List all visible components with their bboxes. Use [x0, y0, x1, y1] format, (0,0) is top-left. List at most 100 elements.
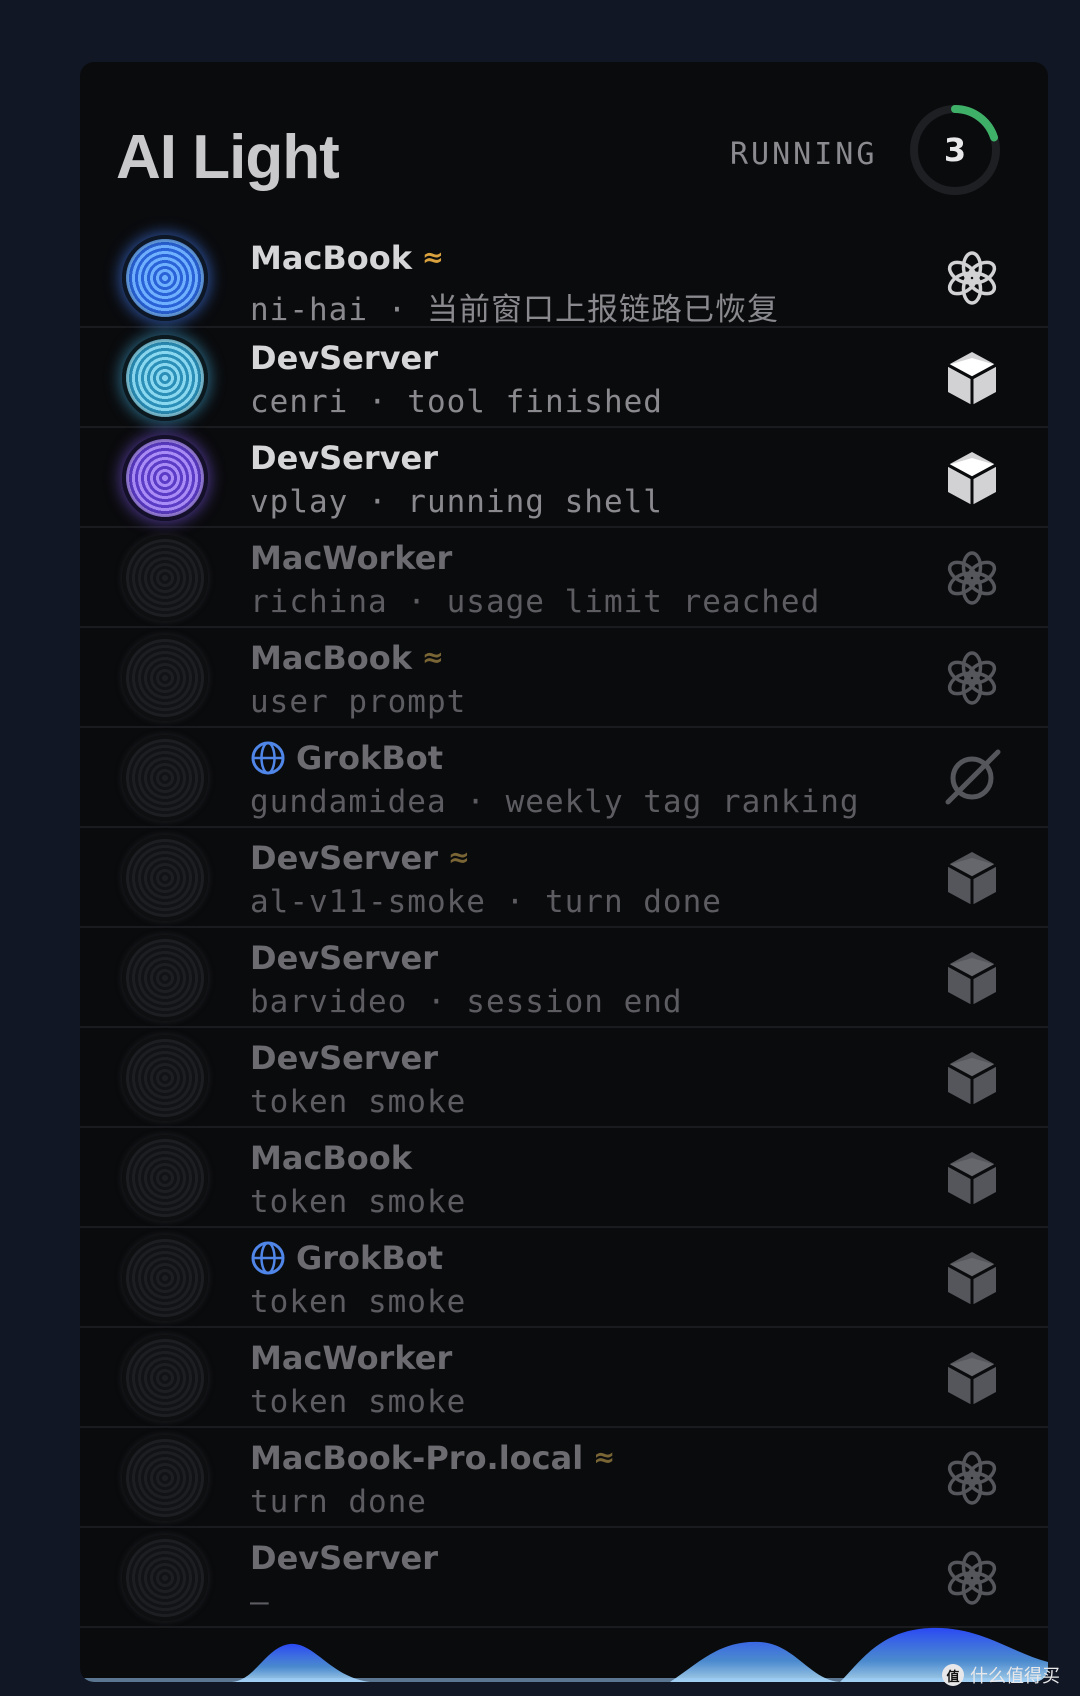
openai-icon — [947, 1551, 997, 1605]
status-orb — [122, 1135, 208, 1221]
session-detail: ni-hai · 当前窗口上报链路已恢复 — [250, 292, 779, 328]
session-row[interactable]: GrokBot gundamidea · weekly tag ranking — [80, 728, 1048, 828]
grok-icon — [945, 749, 1001, 805]
session-detail: token smoke — [250, 1284, 467, 1320]
device-name: DevServer — [250, 939, 438, 977]
cube-icon — [947, 952, 997, 1005]
device-name: GrokBot — [296, 739, 443, 777]
session-row[interactable]: DevServer cenri · tool finished — [80, 328, 1048, 428]
device-name: MacBook-Pro.local — [250, 1439, 584, 1477]
globe-icon — [251, 1241, 285, 1275]
device-name: GrokBot — [296, 1239, 443, 1277]
session-detail: token smoke — [250, 1384, 467, 1420]
session-row[interactable]: MacWorker richina · usage limit reached — [80, 528, 1048, 628]
watermark-text: 什么值得买 — [970, 1666, 1060, 1687]
status-orb — [122, 935, 208, 1021]
live-wave-indicator: ≈ — [422, 243, 444, 273]
device-name: DevServer — [250, 439, 438, 477]
device-name: MacWorker — [250, 1339, 453, 1377]
session-title: MacBook-Pro.local ≈ — [250, 1438, 615, 1478]
device-name: DevServer — [250, 839, 438, 877]
session-row[interactable]: MacWorker token smoke — [80, 1328, 1048, 1428]
session-row[interactable]: MacBook ≈ user prompt — [80, 628, 1048, 728]
cube-icon — [947, 1252, 997, 1305]
status-orb — [122, 235, 208, 321]
session-detail: barvideo · session end — [250, 984, 683, 1020]
openai-icon — [947, 1451, 997, 1505]
session-row[interactable]: DevServer token smoke — [80, 1028, 1048, 1128]
cube-icon — [947, 1352, 997, 1405]
session-list: MacBook ≈ ni-hai · 当前窗口上报链路已恢复 DevServer cen… — [80, 228, 1048, 1628]
cube-icon — [947, 1052, 997, 1105]
status-orb — [122, 1535, 208, 1621]
session-row[interactable]: GrokBot token smoke — [80, 1228, 1048, 1328]
ai-light-panel: AI Light RUNNING 3 MacBook ≈ ni-hai · 当前窗口… — [80, 62, 1048, 1682]
device-name: MacWorker — [250, 539, 453, 577]
device-name: MacBook — [250, 1139, 413, 1177]
session-title: GrokBot — [250, 738, 443, 778]
session-row[interactable]: DevServer — — [80, 1528, 1048, 1628]
live-wave-indicator: ≈ — [448, 843, 470, 873]
openai-icon — [947, 251, 997, 305]
session-title: MacWorker — [250, 538, 452, 578]
device-name: MacBook — [250, 639, 413, 677]
cube-icon — [947, 1152, 997, 1205]
running-count: 3 — [943, 131, 967, 169]
panel-header: AI Light RUNNING 3 — [80, 62, 1048, 222]
status-orb — [122, 1235, 208, 1321]
running-status-label: RUNNING — [730, 137, 878, 172]
cube-icon — [947, 852, 997, 905]
session-detail: user prompt — [250, 684, 467, 720]
status-orb — [122, 1435, 208, 1521]
session-title: DevServer — [250, 1538, 438, 1578]
session-title: MacBook ≈ — [250, 638, 444, 678]
live-wave-indicator: ≈ — [422, 643, 444, 673]
session-title: DevServer — [250, 1038, 438, 1078]
session-detail: token smoke — [250, 1184, 467, 1220]
device-name: DevServer — [250, 339, 438, 377]
device-name: DevServer — [250, 1539, 438, 1577]
device-name: MacBook — [250, 239, 413, 277]
session-title: DevServer ≈ — [250, 838, 470, 878]
session-title: DevServer — [250, 938, 438, 978]
session-title: GrokBot — [250, 1238, 443, 1278]
watermark: 值 什么值得买 — [942, 1662, 1060, 1688]
session-row[interactable]: DevServer ≈ al-v11-smoke · turn done — [80, 828, 1048, 928]
watermark-badge: 值 — [942, 1664, 964, 1686]
openai-icon — [947, 551, 997, 605]
audio-wave-strip — [80, 1627, 1048, 1682]
cube-icon — [947, 452, 997, 505]
session-detail: turn done — [250, 1484, 427, 1520]
session-title: MacBook ≈ — [250, 238, 444, 278]
session-detail: — — [250, 1584, 270, 1620]
globe-icon — [251, 741, 285, 775]
session-detail: gundamidea · weekly tag ranking — [250, 784, 860, 820]
status-orb — [122, 435, 208, 521]
session-title: MacWorker — [250, 1338, 452, 1378]
session-row[interactable]: DevServer vplay · running shell — [80, 428, 1048, 528]
session-title: DevServer — [250, 338, 438, 378]
device-name: DevServer — [250, 1039, 438, 1077]
status-orb — [122, 1335, 208, 1421]
session-detail: cenri · tool finished — [250, 384, 663, 420]
openai-icon — [947, 651, 997, 705]
session-title: MacBook — [250, 1138, 412, 1178]
session-row[interactable]: MacBook-Pro.local ≈ turn done — [80, 1428, 1048, 1528]
app-title: AI Light — [116, 123, 340, 192]
session-row[interactable]: MacBook token smoke — [80, 1128, 1048, 1228]
status-orb — [122, 1035, 208, 1121]
live-wave-indicator: ≈ — [593, 1443, 615, 1473]
status-orb — [122, 535, 208, 621]
session-detail: token smoke — [250, 1084, 467, 1120]
status-orb — [122, 735, 208, 821]
session-row[interactable]: MacBook ≈ ni-hai · 当前窗口上报链路已恢复 — [80, 228, 1048, 328]
session-title: DevServer — [250, 438, 438, 478]
session-detail: vplay · running shell — [250, 484, 663, 520]
session-detail: richina · usage limit reached — [250, 584, 821, 620]
status-orb — [122, 835, 208, 921]
session-detail: al-v11-smoke · turn done — [250, 884, 722, 920]
status-orb — [122, 635, 208, 721]
session-row[interactable]: DevServer barvideo · session end — [80, 928, 1048, 1028]
cube-icon — [947, 352, 997, 405]
status-orb — [122, 335, 208, 421]
